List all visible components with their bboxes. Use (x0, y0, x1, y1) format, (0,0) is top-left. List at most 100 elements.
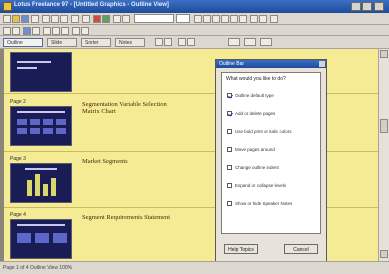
drawing-icon[interactable] (113, 15, 121, 23)
paste-icon[interactable] (60, 15, 68, 23)
slide-title-4[interactable]: Segment Requirements Statement (82, 214, 202, 221)
standard-toolbar (0, 13, 389, 25)
help-topics-button[interactable]: Help Topics (224, 244, 258, 254)
view-toolbar: Outline Slide Sorter Notes (0, 36, 389, 49)
thumb-title-line (17, 111, 65, 113)
cut-icon[interactable] (42, 15, 50, 23)
status-text: Page 1 of 4 Outline View 100% (3, 265, 73, 271)
slide-layout-icon[interactable] (228, 38, 240, 46)
outline-help-panel: Outline Bar What would you like to do? O… (215, 59, 327, 262)
checkbox[interactable] (227, 183, 232, 188)
bullet-icon[interactable] (239, 15, 247, 23)
show-all-icon[interactable] (61, 27, 69, 35)
outline-prev-icon[interactable] (155, 38, 163, 46)
slide-preview-icon[interactable] (244, 38, 256, 46)
thumb-cell (43, 128, 53, 134)
checkbox[interactable] (227, 147, 232, 152)
panel-close-icon[interactable] (319, 61, 325, 67)
underline-icon[interactable] (212, 15, 220, 23)
vertical-scrollbar[interactable] (378, 49, 389, 261)
thumb-cell (30, 128, 40, 134)
thumb-title-line (17, 61, 51, 63)
app-icon[interactable] (3, 2, 12, 11)
format-toolbar (0, 25, 389, 36)
status-bar: Page 1 of 4 Outline View 100% (0, 261, 389, 274)
thumb-text-line (17, 67, 37, 69)
outline-down-icon[interactable] (187, 38, 195, 46)
thumb-bar (27, 180, 32, 196)
checkbox[interactable] (227, 165, 232, 170)
page-layout-icon[interactable] (23, 27, 31, 35)
thumb-cell (43, 119, 53, 125)
help-icon[interactable] (270, 15, 278, 23)
checkbox[interactable] (227, 129, 232, 134)
font-size-select[interactable] (176, 14, 190, 23)
thumb-bar (51, 178, 56, 196)
tab-notes[interactable]: Notes (115, 38, 145, 47)
maximize-icon[interactable] (362, 2, 372, 11)
save-icon[interactable] (21, 15, 29, 23)
chart-icon[interactable] (93, 15, 101, 23)
select-icon[interactable] (3, 27, 11, 35)
slide-thumbnail-1[interactable] (10, 52, 72, 92)
close-icon[interactable] (374, 2, 384, 11)
tab-outline[interactable]: Outline (3, 38, 43, 47)
scroll-thumb[interactable] (380, 119, 388, 133)
slide-title-3[interactable]: Market Segments (82, 158, 182, 165)
slide-number: Page 3 (10, 156, 26, 162)
minimize-icon[interactable] (351, 2, 361, 11)
new-icon[interactable] (3, 15, 11, 23)
new-page-icon[interactable] (32, 27, 40, 35)
thumb-title-line (25, 168, 57, 170)
outline-up-icon[interactable] (178, 38, 186, 46)
print-icon[interactable] (31, 15, 39, 23)
font-name-select[interactable] (134, 14, 174, 23)
checkbox[interactable] (227, 201, 232, 206)
thumb-cell (56, 119, 66, 125)
tab-sorter[interactable]: Sorter (81, 38, 111, 47)
panel-header: What would you like to do? (226, 76, 286, 82)
promote-icon[interactable] (250, 15, 258, 23)
slide-thumbnail-3[interactable] (10, 163, 72, 203)
window-title: Lotus Freelance 97 - [Untitled Graphics … (14, 2, 169, 8)
move-up-icon[interactable] (72, 27, 80, 35)
italic-icon[interactable] (203, 15, 211, 23)
thumb-cell (30, 119, 40, 125)
zoom-icon[interactable] (12, 27, 20, 35)
tab-slide[interactable]: Slide (47, 38, 77, 47)
thumb-cell (35, 233, 49, 243)
outline-next-icon[interactable] (164, 38, 172, 46)
collapse-icon[interactable] (52, 27, 60, 35)
slide-thumbnail-2[interactable] (10, 106, 72, 146)
expand-icon[interactable] (43, 27, 51, 35)
notes-view-icon[interactable] (260, 38, 272, 46)
window-titlebar: Lotus Freelance 97 - [Untitled Graphics … (0, 0, 389, 13)
panel-options-list: What would you like to do? Outline defau… (221, 72, 321, 234)
panel-title[interactable]: Outline Bar (216, 60, 326, 68)
slide-number: Page 4 (10, 212, 26, 218)
slide-number: Page 2 (10, 99, 26, 105)
spell-check-icon[interactable] (82, 15, 90, 23)
open-icon[interactable] (12, 15, 20, 23)
align-center-icon[interactable] (230, 15, 238, 23)
align-left-icon[interactable] (221, 15, 229, 23)
thumb-cell (17, 119, 27, 125)
text-icon[interactable] (122, 15, 130, 23)
thumb-cell (17, 128, 27, 134)
demote-icon[interactable] (259, 15, 267, 23)
move-down-icon[interactable] (81, 27, 89, 35)
checkbox[interactable] (227, 93, 232, 98)
table-icon[interactable] (102, 15, 110, 23)
copy-icon[interactable] (51, 15, 59, 23)
scroll-up-icon[interactable] (380, 50, 388, 58)
scroll-down-icon[interactable] (380, 250, 388, 258)
thumb-cell (56, 128, 66, 134)
cancel-button[interactable]: Cancel (284, 244, 318, 254)
slide-title-2[interactable]: Segmentation Variable Selection Matrix C… (82, 101, 182, 115)
thumb-cell (53, 233, 67, 243)
checkbox[interactable] (227, 111, 232, 116)
bold-icon[interactable] (194, 15, 202, 23)
thumb-bar (35, 174, 40, 196)
undo-icon[interactable] (71, 15, 79, 23)
slide-thumbnail-4[interactable] (10, 219, 72, 259)
